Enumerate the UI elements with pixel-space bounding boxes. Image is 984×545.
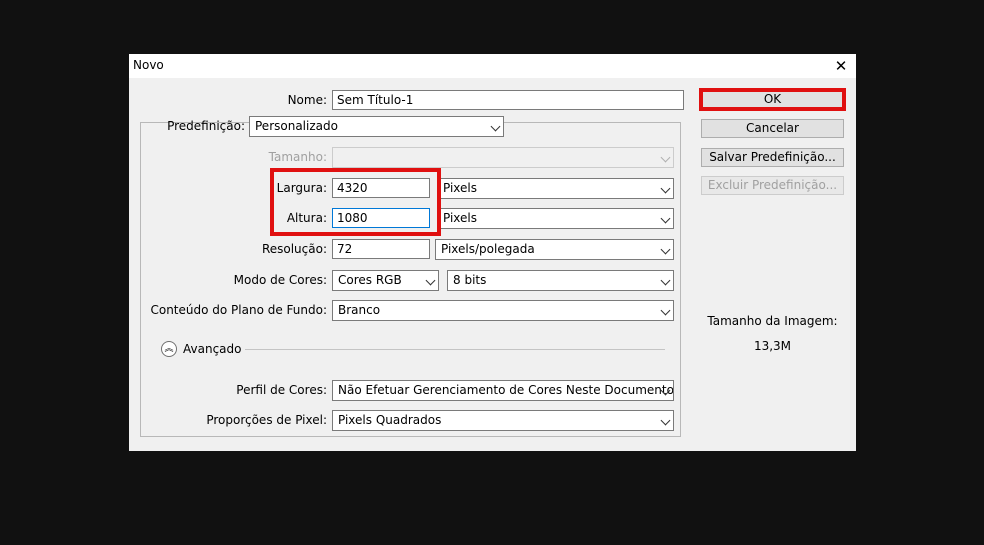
- background-contents-value: Branco: [338, 303, 381, 317]
- bit-depth-select[interactable]: 8 bits: [447, 270, 674, 291]
- background-contents-select[interactable]: Branco: [332, 300, 674, 321]
- pixel-aspect-value: Pixels Quadrados: [338, 413, 442, 427]
- chevron-down-icon: [660, 244, 671, 255]
- delete-preset-button: Excluir Predefinição...: [701, 176, 844, 195]
- bit-depth-value: 8 bits: [453, 273, 487, 287]
- color-profile-select[interactable]: Não Efetuar Gerenciamento de Cores Neste…: [332, 380, 674, 401]
- background-contents-label: Conteúdo do Plano de Fundo:: [150, 303, 327, 317]
- chevron-down-icon: [660, 152, 671, 163]
- color-mode-label: Modo de Cores:: [233, 273, 327, 287]
- width-unit-select[interactable]: Pixels: [437, 178, 674, 199]
- close-icon[interactable]: ✕: [832, 57, 850, 75]
- color-mode-value: Cores RGB: [338, 273, 402, 287]
- preset-value: Personalizado: [255, 119, 338, 133]
- pixel-aspect-select[interactable]: Pixels Quadrados: [332, 410, 674, 431]
- title-bar: Novo ✕: [129, 54, 856, 78]
- chevron-down-icon: [425, 275, 436, 286]
- dialog-title: Novo: [133, 58, 164, 72]
- new-document-dialog: Novo ✕ Nome: Sem Título-1 Predefinição: …: [129, 54, 856, 451]
- size-label: Tamanho:: [268, 150, 327, 164]
- save-preset-button[interactable]: Salvar Predefinição...: [701, 148, 844, 167]
- size-select: [332, 147, 674, 168]
- height-unit-select[interactable]: Pixels: [437, 208, 674, 229]
- image-size-label: Tamanho da Imagem:: [707, 314, 838, 328]
- name-input[interactable]: Sem Título-1: [332, 90, 684, 110]
- resolution-unit-value: Pixels/polegada: [441, 242, 535, 256]
- chevron-down-icon: [490, 121, 501, 132]
- chevron-down-icon: [660, 305, 671, 316]
- chevron-down-icon: [660, 275, 671, 286]
- image-size-value: 13,3M: [753, 339, 792, 353]
- color-mode-select[interactable]: Cores RGB: [332, 270, 439, 291]
- preset-label: Predefinição:: [167, 119, 245, 133]
- collapse-icon[interactable]: ︽: [161, 341, 177, 357]
- color-profile-label: Perfil de Cores:: [236, 383, 327, 397]
- resolution-unit-select[interactable]: Pixels/polegada: [435, 239, 674, 260]
- name-label: Nome:: [287, 93, 327, 107]
- width-unit-value: Pixels: [443, 181, 478, 195]
- cancel-button[interactable]: Cancelar: [701, 119, 844, 138]
- ok-highlight: [699, 88, 846, 111]
- advanced-label[interactable]: Avançado: [183, 339, 241, 359]
- pixel-aspect-label: Proporções de Pixel:: [206, 413, 327, 427]
- resolution-label: Resolução:: [261, 242, 327, 256]
- chevron-down-icon: [660, 183, 671, 194]
- height-unit-value: Pixels: [443, 211, 478, 225]
- width-height-highlight: [270, 168, 441, 236]
- preset-select[interactable]: Personalizado: [249, 116, 504, 137]
- advanced-divider: [245, 349, 665, 350]
- color-profile-value: Não Efetuar Gerenciamento de Cores Neste…: [338, 383, 674, 397]
- chevron-down-icon: [660, 213, 671, 224]
- chevron-down-icon: [660, 415, 671, 426]
- resolution-input[interactable]: 72: [332, 239, 430, 259]
